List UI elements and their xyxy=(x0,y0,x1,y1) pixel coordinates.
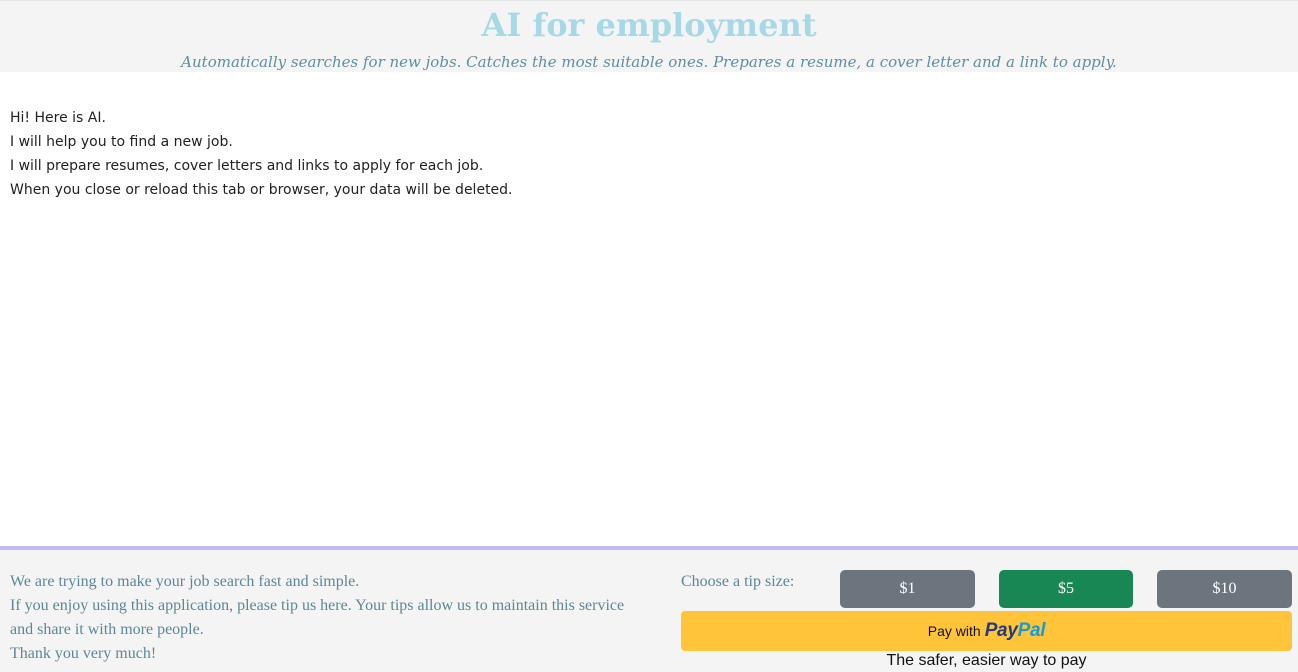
tip-message-line: Thank you very much! xyxy=(10,645,157,662)
paypal-button[interactable]: Pay with PayPal xyxy=(681,611,1292,651)
paypal-button-label: Pay with xyxy=(927,623,981,639)
page-subtitle: Automatically searches for new jobs. Cat… xyxy=(181,53,1117,71)
tip-footer: We are trying to make your job search fa… xyxy=(0,546,1298,672)
message-line: When you close or reload this tab or bro… xyxy=(10,182,513,198)
tip-message-line: We are trying to make your job search fa… xyxy=(10,573,360,590)
message-line: Hi! Here is AI. xyxy=(10,110,106,126)
chat-messages: Hi! Here is AI. I will help you to find … xyxy=(10,106,1280,202)
message-line: I will prepare resumes, cover letters an… xyxy=(10,158,484,174)
page-title: AI for employment xyxy=(481,6,817,44)
tip-5-button[interactable]: $5 xyxy=(999,570,1133,608)
message-line: I will help you to find a new job. xyxy=(10,134,233,150)
page-header: AI for employment Automatically searches… xyxy=(0,0,1298,72)
paypal-logo: PayPal xyxy=(985,620,1046,642)
paypal-logo-part: Pal xyxy=(1017,620,1046,641)
paypal-logo-part: Pay xyxy=(984,620,1018,641)
tip-10-button[interactable]: $10 xyxy=(1157,570,1292,608)
tip-message: We are trying to make your job search fa… xyxy=(10,570,650,666)
paypal-tagline: The safer, easier way to pay xyxy=(886,652,1087,669)
tip-1-button[interactable]: $1 xyxy=(840,570,975,608)
tip-message-line: If you enjoy using this application, ple… xyxy=(10,597,625,638)
tip-size-label: Choose a tip size: xyxy=(681,573,795,590)
